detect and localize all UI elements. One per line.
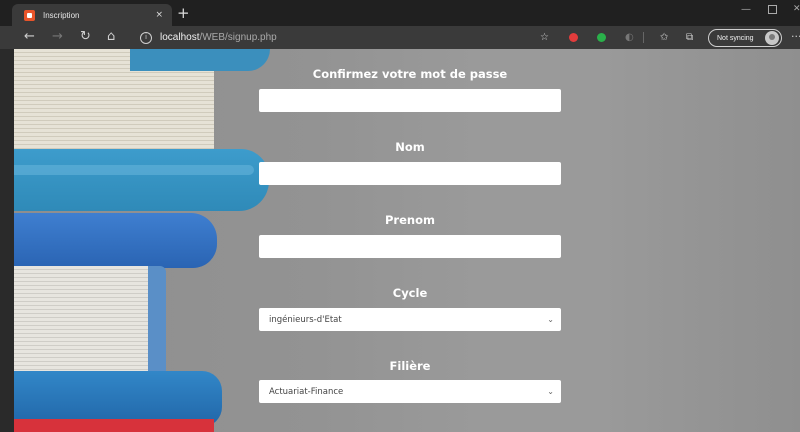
confirm-password-field[interactable] bbox=[259, 89, 561, 112]
window-close-button[interactable]: ✕ bbox=[793, 4, 800, 14]
chevron-down-icon: ⌄ bbox=[547, 315, 554, 324]
address-bar[interactable]: i localhost /WEB/signup.php bbox=[137, 29, 557, 46]
nom-label: Nom bbox=[395, 140, 425, 154]
window-minimize-button[interactable]: — bbox=[741, 4, 751, 15]
extension-grey-icon[interactable]: ◐ bbox=[625, 32, 634, 43]
extension-green-icon[interactable] bbox=[597, 33, 606, 42]
page-edge bbox=[0, 49, 14, 432]
browser-toolbar: ← → ↻ ⌂ i localhost /WEB/signup.php ☆ ◐ … bbox=[0, 26, 800, 49]
tab-close-icon[interactable]: × bbox=[155, 10, 163, 20]
book-cover-decoration bbox=[14, 149, 269, 211]
book-highlight-decoration bbox=[14, 165, 254, 175]
back-button[interactable]: ← bbox=[24, 29, 35, 45]
book-cover-decoration bbox=[14, 213, 217, 268]
avatar-icon bbox=[765, 31, 779, 45]
extension-red-icon[interactable] bbox=[569, 33, 578, 42]
cycle-select[interactable]: ingénieurs-d'Etat ⌄ bbox=[259, 308, 561, 331]
favorite-star-icon[interactable]: ☆ bbox=[540, 32, 549, 43]
forward-button[interactable]: → bbox=[52, 29, 63, 45]
page-content: Confirmez votre mot de passe Nom Prenom … bbox=[0, 49, 800, 432]
favorites-bar-icon[interactable]: ✩ bbox=[660, 32, 668, 43]
browser-tab[interactable]: Inscription × bbox=[12, 4, 172, 26]
toolbar-separator bbox=[643, 32, 644, 43]
cycle-selected-value: ingénieurs-d'Etat bbox=[269, 314, 342, 325]
site-info-icon[interactable]: i bbox=[140, 31, 152, 44]
site-favicon-icon bbox=[24, 9, 35, 21]
tab-title: Inscription bbox=[43, 10, 80, 20]
profile-sync-button[interactable]: Not syncing bbox=[708, 29, 782, 47]
prenom-field[interactable] bbox=[259, 235, 561, 258]
sync-label: Not syncing bbox=[717, 34, 754, 42]
new-tab-button[interactable]: + bbox=[177, 4, 190, 22]
confirm-password-label: Confirmez votre mot de passe bbox=[312, 67, 508, 81]
refresh-button[interactable]: ↻ bbox=[80, 29, 91, 45]
collections-icon[interactable]: ⧉ bbox=[686, 32, 693, 43]
prenom-label: Prenom bbox=[385, 213, 435, 227]
filiere-label: Filière bbox=[389, 359, 431, 373]
book-pages-decoration bbox=[14, 266, 154, 378]
book-spine-decoration bbox=[148, 266, 166, 378]
url-path: /WEB/signup.php bbox=[199, 32, 277, 43]
tab-strip: Inscription × + — ✕ bbox=[0, 0, 800, 26]
book-cover-decoration bbox=[130, 49, 270, 71]
home-button[interactable]: ⌂ bbox=[107, 29, 115, 45]
more-menu-icon[interactable]: ··· bbox=[791, 30, 800, 43]
url-host: localhost bbox=[160, 32, 200, 43]
nom-field[interactable] bbox=[259, 162, 561, 185]
window-maximize-button[interactable] bbox=[768, 5, 777, 14]
book-cover-decoration bbox=[14, 419, 214, 432]
filiere-selected-value: Actuariat-Finance bbox=[269, 386, 344, 397]
filiere-select[interactable]: Actuariat-Finance ⌄ bbox=[259, 380, 561, 403]
chevron-down-icon: ⌄ bbox=[547, 387, 554, 396]
cycle-label: Cycle bbox=[392, 286, 428, 300]
